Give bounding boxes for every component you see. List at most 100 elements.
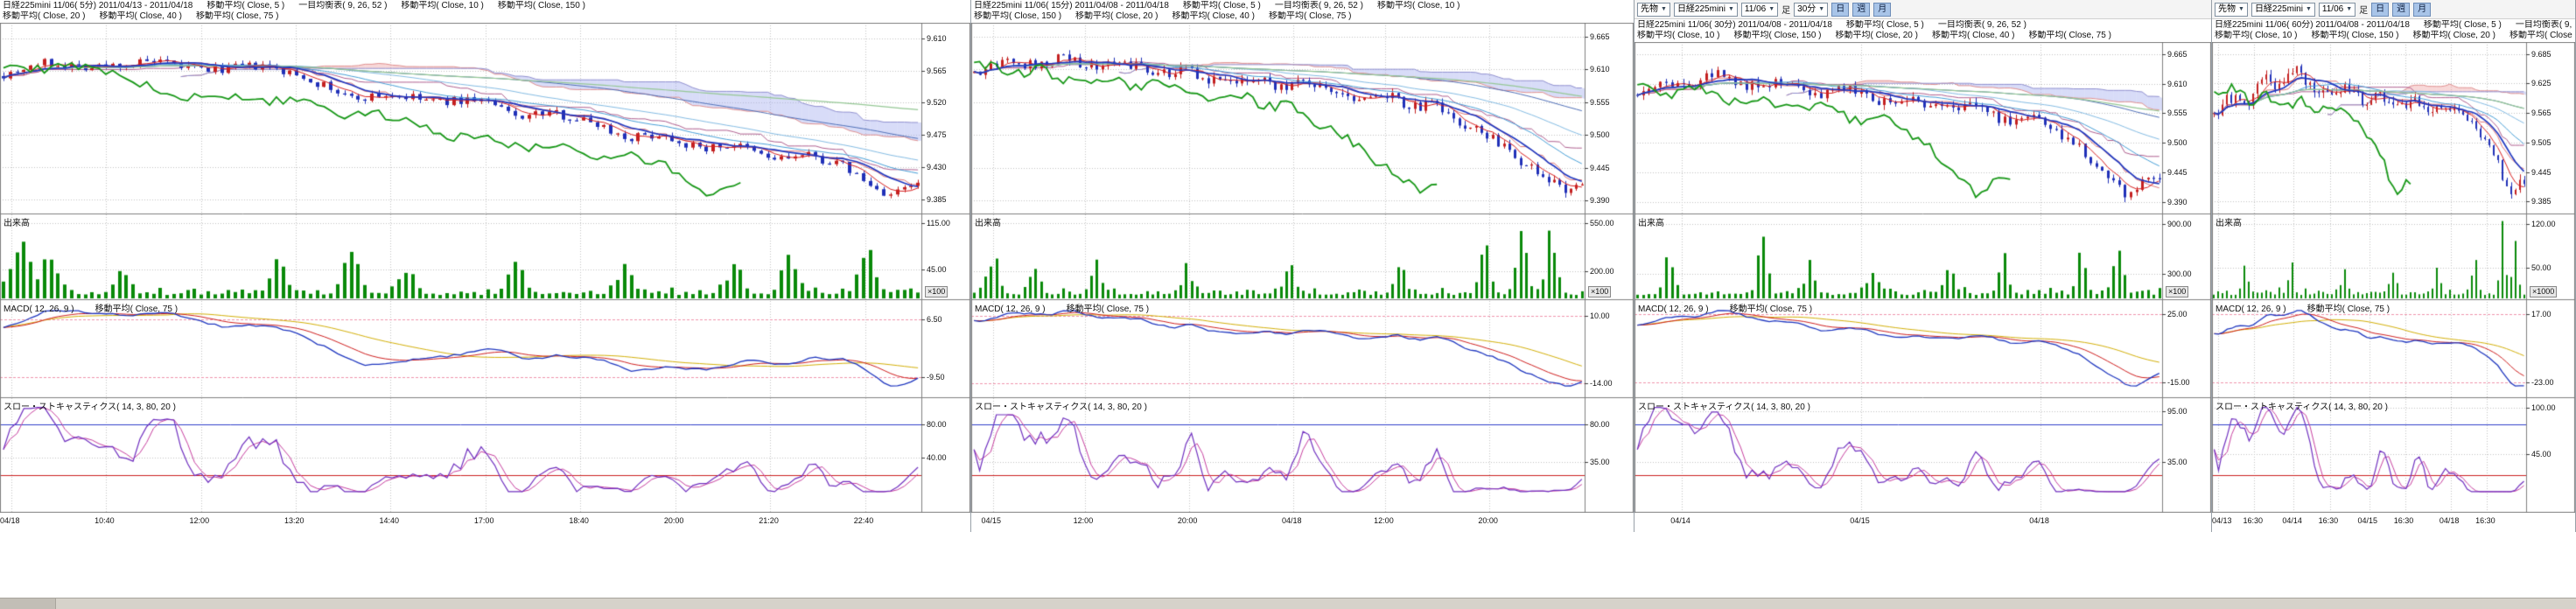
indicator-label: 移動平均( Close, 150 ) [974, 11, 1061, 21]
y-axis-label: 9.665 [2167, 50, 2188, 59]
chevron-down-icon: ▼ [1768, 4, 1774, 15]
market-select[interactable]: 先物▼ [1637, 3, 1670, 17]
chart-canvas[interactable] [971, 23, 1634, 513]
y-axis-label: 9.390 [1590, 196, 1610, 205]
period-day-button[interactable]: 日 [1831, 3, 1849, 17]
header-row-1: 日経225mini 11/06( 60分) 2011/04/08 - 2011/… [2215, 20, 2572, 31]
y-axis-label: 35.00 [2167, 458, 2188, 466]
x-axis-label: 12:00 [1074, 516, 1094, 525]
indicator-label: 移動平均( Close, 75 ) [2028, 31, 2110, 40]
indicator-label: 移動平均( Close, 75 ) [196, 11, 278, 21]
x-axis-label: 16:30 [2319, 516, 2339, 525]
period-day-button[interactable]: 日 [2371, 3, 2389, 17]
y-axis-label: 9.565 [2531, 108, 2552, 117]
x-axis-label: 04/13 [2212, 516, 2232, 525]
x-axis-label: 13:20 [284, 516, 304, 525]
y-axis-label: 25.00 [2167, 310, 2188, 318]
x-axis-label: 04/15 [1850, 516, 1870, 525]
x-axis-label: 20:00 [1178, 516, 1198, 525]
y-axis-label: 40.00 [927, 453, 947, 462]
y-axis-label: 9.520 [927, 98, 947, 107]
time-axis: 04/14 04/15 04/18 [1634, 513, 2211, 532]
y-axis-label: 6.50 [927, 315, 942, 324]
period-week-button[interactable]: 週 [2392, 3, 2410, 17]
y-axis-label: 45.00 [927, 265, 947, 274]
x-axis-label: 16:30 [2475, 516, 2496, 525]
x-axis-label: 04/18 [2029, 516, 2049, 525]
chart-toolbar: 先物▼ 日経225mini▼ 11/06▼ 足 日 週 月 [2212, 0, 2575, 19]
y-axis-label: 9.555 [2167, 108, 2188, 117]
indicator-label: 移動平均( Close, 40 ) [1172, 11, 1255, 21]
x-axis-label: 14:40 [379, 516, 399, 525]
contract-select[interactable]: 11/06▼ [2319, 3, 2356, 17]
x-axis-label: 18:40 [569, 516, 589, 525]
volume-section-label: 出来高 [4, 215, 30, 228]
indicator-label: 移動平均( Close, 150 ) [498, 1, 585, 10]
plot-area: 出来高 MACD( 12, 26, 9 )移動平均( Close, 75 ) ス… [971, 23, 1634, 513]
y-axis-label: 9.390 [2167, 198, 2188, 206]
y-axis-label: 9.445 [1590, 164, 1610, 172]
x-axis-label: 12:00 [190, 516, 210, 525]
x-axis-label: 04/14 [1670, 516, 1690, 525]
indicator-label: 移動平均( Close, 5 ) [2424, 20, 2502, 30]
indicator-label: 移動平均( Close, 10 ) [401, 1, 483, 10]
volume-unit-label: ×100 [2166, 286, 2188, 298]
chart-header: 日経225mini 11/06( 60分) 2011/04/08 - 2011/… [2212, 19, 2575, 42]
chart-canvas[interactable] [0, 23, 970, 513]
macd-section-label: MACD( 12, 26, 9 )移動平均( Close, 75 ) [975, 301, 1149, 314]
y-axis-label: 9.445 [2167, 168, 2188, 177]
period-month-button[interactable]: 月 [2413, 3, 2431, 17]
x-axis-label: 04/18 [2440, 516, 2460, 525]
time-axis: 04/1512:0020:0004/1812:0020:00 [971, 513, 1634, 532]
x-axis-label: 21:20 [759, 516, 779, 525]
y-axis-label: 300.00 [2167, 270, 2192, 278]
chart-title: 日経225mini 11/06( 5分) 2011/04/13 - 2011/0… [3, 1, 192, 10]
timeframe-select[interactable]: 30分▼ [1794, 3, 1828, 17]
x-axis-label: 04/15 [2358, 516, 2378, 525]
y-axis-label: -9.50 [927, 373, 945, 382]
contract-select[interactable]: 11/06▼ [1741, 3, 1778, 17]
macd-section-label: MACD( 12, 26, 9 )移動平均( Close, 75 ) [1638, 301, 1812, 314]
indicator-label: 移動平均( Close, 150 ) [2311, 31, 2398, 40]
x-axis-label: 12:00 [1374, 516, 1394, 525]
y-axis-label: 100.00 [2531, 403, 2556, 412]
y-axis-label: 9.685 [2531, 50, 2552, 59]
period-week-button[interactable]: 週 [1852, 3, 1870, 17]
y-axis-label: 45.00 [2531, 450, 2552, 458]
indicator-label: 一目均衡表( 9, 26, 52 ) [2516, 20, 2572, 30]
y-axis-label: -14.00 [1590, 379, 1613, 388]
y-axis-label: 9.385 [927, 195, 947, 204]
header-row-2: 移動平均( Close, 20 )移動平均( Close, 40 )移動平均( … [3, 11, 968, 22]
instrument-select[interactable]: 日経225mini▼ [2251, 3, 2315, 17]
indicator-label: 移動平均( Close, 40 ) [1932, 31, 2014, 40]
chevron-down-icon: ▼ [1661, 4, 1667, 15]
y-axis-label: 10.00 [1590, 312, 1610, 320]
chart-panel-30min: 先物▼ 日経225mini▼ 11/06▼ 足 30分▼ 日 週 月 日経225… [1634, 0, 2212, 532]
period-month-button[interactable]: 月 [1873, 3, 1891, 17]
instrument-select[interactable]: 日経225mini▼ [1674, 3, 1738, 17]
indicator-label: 移動平均( Close, 20 ) [3, 11, 85, 21]
chart-canvas[interactable] [1634, 42, 2211, 513]
indicator-label: 一目均衡表( 9, 26, 52 ) [1938, 20, 2026, 30]
stoch-section-label: スロー・ストキャスティクス( 14, 3, 80, 20 ) [1638, 399, 1810, 412]
chart-title: 日経225mini 11/06( 60分) 2011/04/08 - 2011/… [2215, 20, 2410, 30]
chart-canvas[interactable] [2212, 42, 2575, 513]
x-axis-label: 04/15 [982, 516, 1002, 525]
y-axis-label: 550.00 [1590, 219, 1614, 228]
macd-section-label: MACD( 12, 26, 9 )移動平均( Close, 75 ) [2216, 301, 2390, 314]
chart-panel-5min: 日経225mini 11/06( 5分) 2011/04/13 - 2011/0… [0, 0, 971, 532]
market-select[interactable]: 先物▼ [2215, 3, 2248, 17]
y-axis-label: 35.00 [1590, 458, 1610, 466]
y-axis-label: 9.625 [2531, 79, 2552, 88]
indicator-label: 移動平均( Close, 150 ) [1733, 31, 1821, 40]
x-axis-label: 16:30 [2394, 516, 2414, 525]
plot-area: 出来高 MACD( 12, 26, 9 )移動平均( Close, 75 ) ス… [0, 23, 970, 513]
y-axis-label: 9.500 [2167, 138, 2188, 147]
y-axis-label: 9.555 [1590, 98, 1610, 107]
x-axis-label: 04/18 [0, 516, 20, 525]
indicator-label: 一目均衡表( 9, 26, 52 ) [1275, 1, 1363, 10]
x-axis-label: 04/14 [2282, 516, 2302, 525]
indicator-label: 一目均衡表( 9, 26, 52 ) [298, 1, 387, 10]
indicator-label: 移動平均( Close, 40 ) [2510, 31, 2572, 40]
timeframe-label: 足 [1782, 3, 1790, 16]
